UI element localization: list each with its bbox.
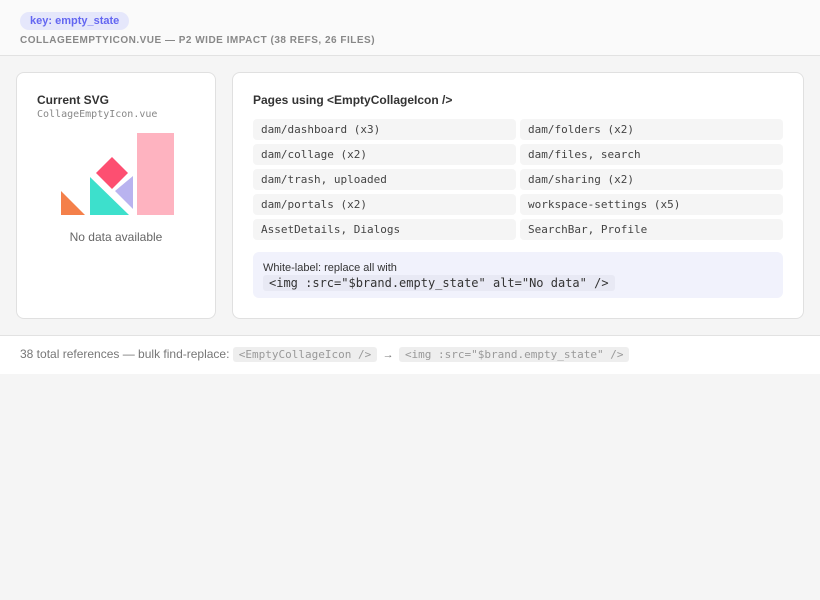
orange-triangle-shape [61,191,85,215]
replace-code-chip: <img :src="$brand.empty_state" /> [398,347,630,362]
header: key: empty_state CollageEmptyIcon.vue — … [0,0,820,56]
page-item: workspace-settings (x5) [520,194,783,215]
page-item: dam/dashboard (x3) [253,119,516,140]
current-svg-title: Current SVG [37,93,110,107]
component-subtitle: CollageEmptyIcon.vue — P2 wide impact (3… [20,35,376,46]
page-item: SearchBar, Profile [520,219,783,240]
light-pink-bar-shape [137,133,174,215]
pages-using-title: Pages using <EmptyCollageIcon /> [253,93,453,107]
page-item: dam/portals (x2) [253,194,516,215]
page-item: dam/files, search [520,144,783,165]
arrow-icon: → [382,349,394,361]
whitelabel-note: White-label: replace all with <img :src=… [253,252,783,298]
collage-empty-illustration [61,133,174,215]
pages-using-card: Pages using <EmptyCollageIcon /> dam/das… [232,72,804,319]
main-content: Current SVG CollageEmptyIcon.vue No data… [0,56,820,335]
find-code-chip: <EmptyCollageIcon /> [232,347,378,362]
current-svg-card: Current SVG CollageEmptyIcon.vue No data… [16,72,216,319]
footer-text: 38 total references — bulk find-replace: [20,347,230,361]
whitelabel-code: <img :src="$brand.empty_state" alt="No d… [263,275,615,291]
page-item: dam/sharing (x2) [520,169,783,190]
pages-grid: dam/dashboard (x3) dam/folders (x2) dam/… [253,119,783,240]
page-item: dam/trash, uploaded [253,169,516,190]
no-data-text: No data available [69,230,163,244]
page-item: dam/collage (x2) [253,144,516,165]
svg-filename: CollageEmptyIcon.vue [37,109,158,120]
whitelabel-text: White-label: replace all with [263,262,397,274]
page-item: AssetDetails, Dialogs [253,219,516,240]
key-badge: key: empty_state [20,12,130,30]
page-item: dam/folders (x2) [520,119,783,140]
footer: 38 total references — bulk find-replace:… [0,335,820,374]
